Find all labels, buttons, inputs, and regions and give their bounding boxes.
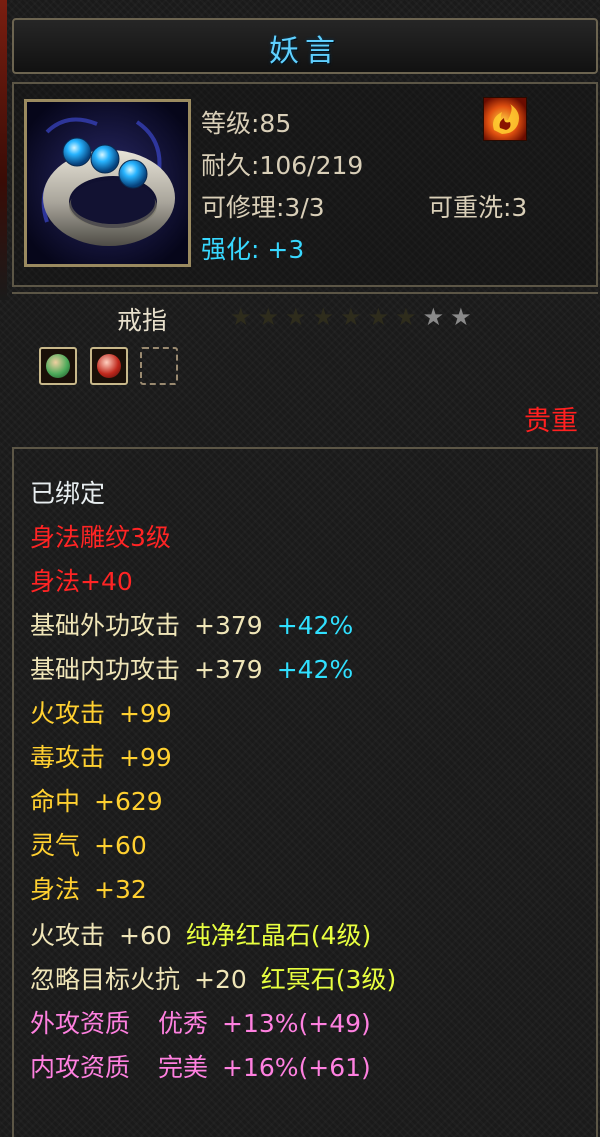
quality-grade: 完美 [158, 1053, 209, 1082]
stat-value: +379 [194, 655, 263, 684]
engraving-bonus: 身法+40 [30, 567, 133, 596]
quality-ext: 外攻资质 优秀 +13%(+49) [30, 1008, 371, 1040]
gem-bonus-1: 火攻击 +60 纯净红晶石(4级) [30, 920, 371, 952]
stat-label: 毒攻击 [30, 743, 106, 772]
item-rewashable: 可重洗:3 [428, 193, 528, 222]
red-gem-icon [97, 354, 121, 378]
stat-value: +99 [119, 743, 172, 772]
quality-label: 外攻资质 [30, 1009, 131, 1038]
bound-status: 已绑定 [30, 479, 106, 508]
gem-name: 红冥石(3级) [260, 965, 397, 994]
stat-value: +379 [194, 611, 263, 640]
stat-spirit: 灵气 +60 [30, 830, 147, 862]
item-slot-type: 戒指 [117, 306, 168, 335]
item-enhance: 强化: +3 [201, 235, 305, 264]
stat-label: 基础外功攻击 [30, 611, 181, 640]
item-repairable: 可修理:3/3 [201, 193, 325, 222]
quality-int: 内攻资质 完美 +16%(+61) [30, 1052, 371, 1084]
item-name: 妖言 [269, 34, 341, 69]
gem-socket-2 [90, 347, 128, 385]
item-rarity: 贵重 [524, 406, 578, 437]
stat-label: 基础内功攻击 [30, 655, 181, 684]
gem-socket-empty [140, 347, 178, 385]
star-icon: ★ [395, 303, 417, 331]
star-icon: ★ [285, 303, 307, 331]
window-edge [0, 0, 7, 300]
ring-icon [27, 102, 188, 264]
item-title-bar: 妖言 [12, 18, 598, 74]
stat-poison-attack: 毒攻击 +99 [30, 742, 172, 774]
stat-label: 身法 [30, 875, 81, 904]
fire-element-icon [483, 97, 527, 141]
quality-value: +13%(+49) [222, 1009, 371, 1038]
stat-value: +60 [119, 921, 172, 950]
stat-value: +32 [94, 875, 147, 904]
stat-value: +99 [119, 699, 172, 728]
stat-int-attack: 基础内功攻击 +379 +42% [30, 654, 353, 686]
star-icon: ★ [257, 303, 280, 331]
gem-name: 纯净红晶石(4级) [185, 921, 372, 950]
stat-percent: +42% [276, 655, 354, 684]
stat-percent: +42% [276, 611, 354, 640]
star-icon: ★ [340, 303, 362, 331]
star-icon: ★ [450, 303, 472, 331]
stat-ext-attack: 基础外功攻击 +379 +42% [30, 610, 353, 642]
star-icon: ★ [367, 303, 390, 331]
quality-label: 内攻资质 [30, 1053, 131, 1082]
quality-value: +16%(+61) [222, 1053, 371, 1082]
green-gem-icon [46, 354, 70, 378]
gem-bonus-2: 忽略目标火抗 +20 红冥石(3级) [30, 964, 396, 996]
quality-grade: 优秀 [158, 1009, 209, 1038]
stat-agility: 身法 +32 [30, 874, 147, 906]
stat-label: 火攻击 [30, 921, 106, 950]
stat-value: +20 [194, 965, 247, 994]
stat-label: 灵气 [30, 831, 81, 860]
item-level: 等级:85 [201, 109, 292, 138]
gem-socket-1 [39, 347, 77, 385]
star-icon: ★ [422, 303, 445, 331]
stat-accuracy: 命中 +629 [30, 786, 163, 818]
stat-label: 忽略目标火抗 [30, 965, 181, 994]
stat-label: 火攻击 [30, 699, 106, 728]
stat-label: 命中 [30, 787, 81, 816]
star-icon: ★ [312, 303, 335, 331]
item-icon-frame [24, 99, 191, 267]
item-star-rating: ★ ★ ★ ★ ★ ★ ★ ★ ★ [230, 303, 472, 331]
item-durability: 耐久:106/219 [201, 151, 364, 180]
stat-value: +60 [94, 831, 147, 860]
stat-fire-attack: 火攻击 +99 [30, 698, 172, 730]
engraving-name: 身法雕纹3级 [30, 523, 171, 552]
star-icon: ★ [230, 303, 252, 331]
stat-value: +629 [94, 787, 163, 816]
